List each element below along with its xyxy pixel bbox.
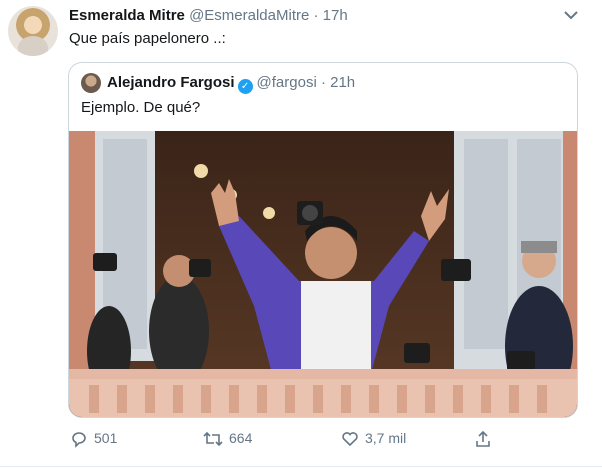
quoted-separator-dot: · [320, 74, 326, 91]
retweet-icon [203, 431, 223, 447]
tweet-text: Que país papelonero ..: [69, 30, 226, 47]
heart-icon [342, 432, 358, 447]
quoted-photo[interactable] [69, 131, 577, 417]
share-button[interactable] [474, 430, 498, 454]
quoted-author-name[interactable]: Alejandro Fargosi [107, 74, 235, 91]
quoted-author-handle[interactable]: @fargosi [257, 74, 317, 91]
quoted-time[interactable]: 21h [330, 74, 355, 91]
separator-dot: · [313, 7, 319, 24]
author-handle[interactable]: @EsmeraldaMitre [189, 7, 309, 24]
avatar[interactable] [8, 6, 58, 56]
reply-button[interactable]: 501 [70, 430, 117, 454]
share-icon [476, 430, 490, 447]
reply-icon [72, 432, 86, 448]
reply-count: 501 [94, 430, 118, 446]
tweet[interactable]: Esmeralda Mitre @EsmeraldaMitre · 17h Qu… [0, 0, 602, 469]
quoted-header: Alejandro Fargosi ✓ @fargosi · 21h [107, 74, 355, 94]
tweet-actions: 501 664 3,7 mil [0, 428, 602, 456]
balcony-photo-illustration [69, 131, 577, 417]
quoted-avatar[interactable] [81, 73, 101, 93]
like-count: 3,7 mil [365, 430, 407, 446]
chevron-down-icon[interactable] [562, 8, 580, 22]
tweet-header: Esmeralda Mitre @EsmeraldaMitre · 17h [69, 7, 348, 24]
quoted-tweet[interactable]: Alejandro Fargosi ✓ @fargosi · 21h Ejemplo… [68, 62, 578, 418]
divider [0, 466, 602, 467]
quoted-text: Ejemplo. De qué? [81, 99, 201, 116]
retweet-button[interactable]: 664 [203, 430, 252, 454]
tweet-time[interactable]: 17h [323, 7, 348, 24]
verified-badge-icon: ✓ [237, 79, 253, 94]
author-name[interactable]: Esmeralda Mitre [69, 7, 185, 24]
retweet-count: 664 [229, 430, 253, 446]
like-button[interactable]: 3,7 mil [341, 430, 406, 454]
